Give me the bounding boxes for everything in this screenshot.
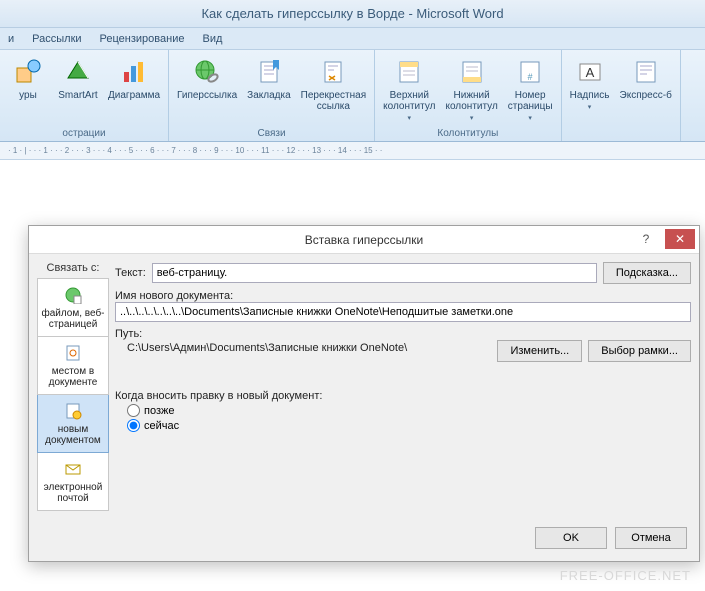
footer-icon — [456, 56, 488, 88]
bookmark-icon — [253, 56, 285, 88]
tab-partial[interactable]: и — [8, 28, 14, 49]
globe-file-icon — [63, 285, 83, 305]
linkto-place[interactable]: местом в документе — [37, 337, 109, 395]
globe-link-icon — [191, 56, 223, 88]
ok-button[interactable]: OK — [535, 527, 607, 549]
chevron-down-icon: ▾ — [408, 114, 412, 122]
crossref-button[interactable]: Перекрестная ссылка — [299, 54, 368, 114]
chevron-down-icon: ▾ — [470, 114, 474, 122]
header-button[interactable]: Верхний колонтитул▾ — [381, 54, 437, 124]
radio-later[interactable]: позже — [127, 404, 691, 417]
newdoc-icon — [63, 401, 83, 421]
svg-text:#: # — [528, 72, 533, 82]
header-icon — [393, 56, 425, 88]
pagenumber-button[interactable]: #Номер страницы▾ — [506, 54, 555, 124]
svg-text:A: A — [585, 65, 594, 80]
footer-button[interactable]: Нижний колонтитул▾ — [443, 54, 499, 124]
crossref-icon — [317, 56, 349, 88]
cancel-button[interactable]: Отмена — [615, 527, 687, 549]
smartart-icon — [62, 56, 94, 88]
display-text-input[interactable] — [152, 263, 597, 283]
tooltip-button[interactable]: Подсказка... — [603, 262, 691, 284]
path-label: Путь: — [115, 328, 691, 340]
frame-button[interactable]: Выбор рамки... — [588, 340, 691, 362]
pagenumber-icon: # — [514, 56, 546, 88]
path-value: C:\Users\Админ\Documents\Записные книжки… — [115, 340, 491, 356]
textbox-button[interactable]: AНадпись▾ — [568, 54, 612, 113]
chevron-down-icon: ▾ — [528, 114, 532, 122]
close-button[interactable]: ✕ — [665, 229, 695, 249]
email-icon — [63, 459, 83, 479]
tab-view[interactable]: Вид — [202, 28, 222, 49]
when-edit-label: Когда вносить правку в новый документ: — [115, 390, 691, 402]
ruler[interactable]: · 1 · | · · · 1 · · · 2 · · · 3 · · · 4 … — [0, 142, 705, 160]
tab-mailings[interactable]: Рассылки — [32, 28, 81, 49]
link-to-label: Связать с: — [37, 262, 109, 274]
doc-target-icon — [63, 343, 83, 363]
bookmark-button[interactable]: Закладка — [245, 54, 292, 103]
shapes-button[interactable]: уры — [6, 54, 50, 103]
quickparts-button[interactable]: Экспресс-б — [618, 54, 674, 103]
help-button[interactable]: ? — [631, 229, 661, 249]
window-title: Как сделать гиперссылку в Ворде - Micros… — [0, 0, 705, 28]
newdoc-path-input[interactable] — [115, 302, 691, 322]
dialog-title: Вставка гиперссылки ? ✕ — [29, 226, 699, 254]
hyperlink-button[interactable]: Гиперссылка — [175, 54, 239, 103]
group-links-label: Связи — [175, 127, 368, 140]
smartart-button[interactable]: SmartArt — [56, 54, 100, 103]
shapes-icon — [12, 56, 44, 88]
insert-hyperlink-dialog: Вставка гиперссылки ? ✕ Связать с: файло… — [28, 225, 700, 562]
watermark: FREE-OFFICE.NET — [560, 568, 691, 583]
textbox-icon: A — [574, 56, 606, 88]
radio-now[interactable]: сейчас — [127, 419, 691, 432]
change-button[interactable]: Изменить... — [497, 340, 582, 362]
linkto-file-web[interactable]: файлом, веб- страницей — [37, 278, 109, 337]
linkto-newdoc[interactable]: новым документом — [37, 395, 109, 453]
group-illustrations-label: острации — [6, 127, 162, 140]
linkto-email[interactable]: электронной почтой — [37, 453, 109, 511]
newdoc-label: Имя нового документа: — [115, 290, 691, 302]
chart-icon — [118, 56, 150, 88]
quickparts-icon — [630, 56, 662, 88]
group-headers-label: Колонтитулы — [381, 127, 554, 140]
tab-review[interactable]: Рецензирование — [100, 28, 185, 49]
text-label: Текст: — [115, 267, 146, 279]
ribbon: уры SmartArt Диаграмма острации Гиперссы… — [0, 50, 705, 142]
chevron-down-icon: ▾ — [588, 103, 592, 111]
ribbon-tabs: и Рассылки Рецензирование Вид — [0, 28, 705, 50]
chart-button[interactable]: Диаграмма — [106, 54, 162, 103]
